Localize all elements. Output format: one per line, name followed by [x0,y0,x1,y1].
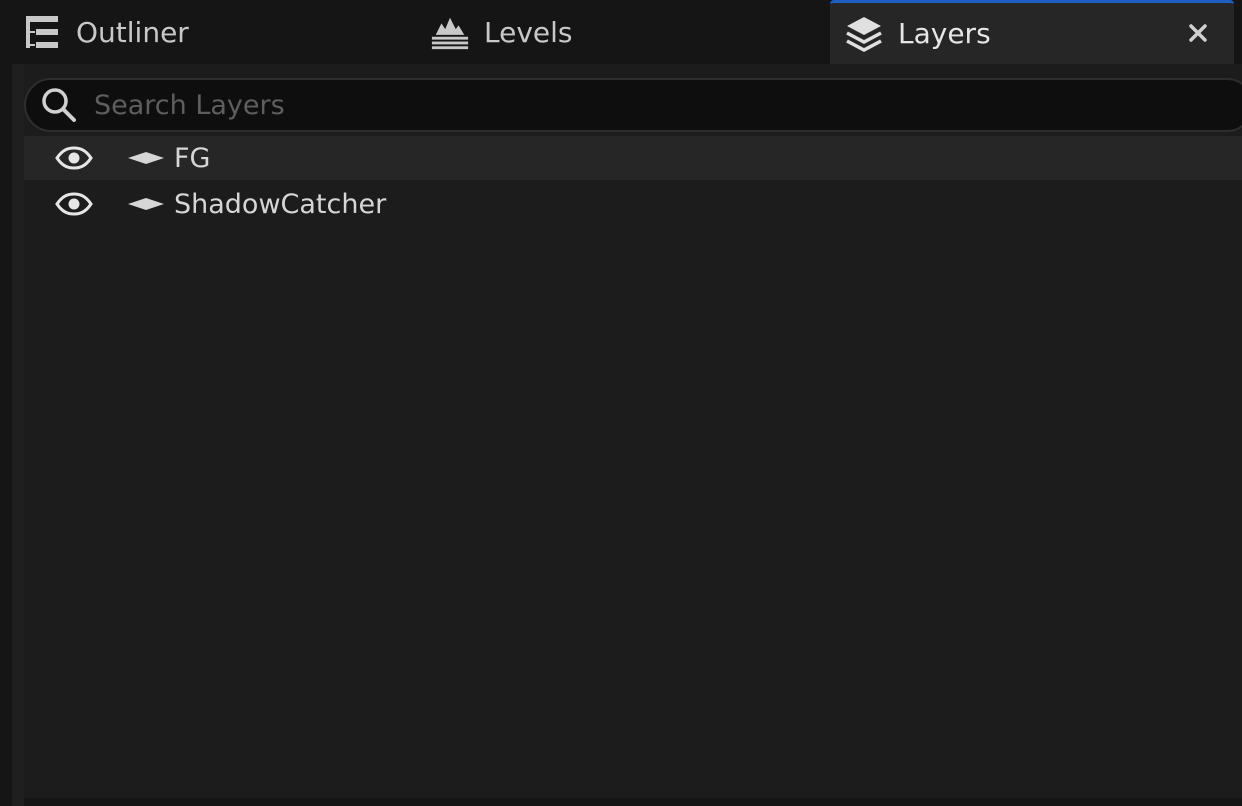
tab-layers[interactable]: Layers [830,0,1234,64]
panel-bottom-border [24,798,1242,806]
eye-icon[interactable] [54,138,94,178]
layer-name: FG [174,142,211,174]
tab-levels-label: Levels [484,15,573,49]
outliner-icon [22,12,62,52]
layers-icon [844,14,884,54]
tab-outliner[interactable]: Outliner [22,0,402,64]
eye-icon[interactable] [54,184,94,224]
layer-row-shadowcatcher[interactable]: ShadowCatcher [24,182,1242,226]
tab-bar: Outliner Levels Layers [0,0,1242,64]
tab-outliner-label: Outliner [76,15,189,49]
layer-name: ShadowCatcher [174,188,387,220]
layers-panel: FG ShadowCatcher [12,64,1242,806]
layer-list: FG ShadowCatcher [24,136,1242,228]
search-input[interactable] [94,82,1242,128]
layer-icon [126,148,166,168]
levels-icon [430,12,470,52]
close-icon[interactable] [1180,15,1216,51]
layer-icon [126,194,166,214]
search-icon [38,84,80,126]
layer-row-fg[interactable]: FG [24,136,1242,180]
search-box[interactable] [24,78,1242,132]
tab-levels[interactable]: Levels [430,0,810,64]
layers-panel-window: Outliner Levels Layers Search Layers FG … [0,0,1242,806]
tab-layers-label: Layers [898,17,991,50]
